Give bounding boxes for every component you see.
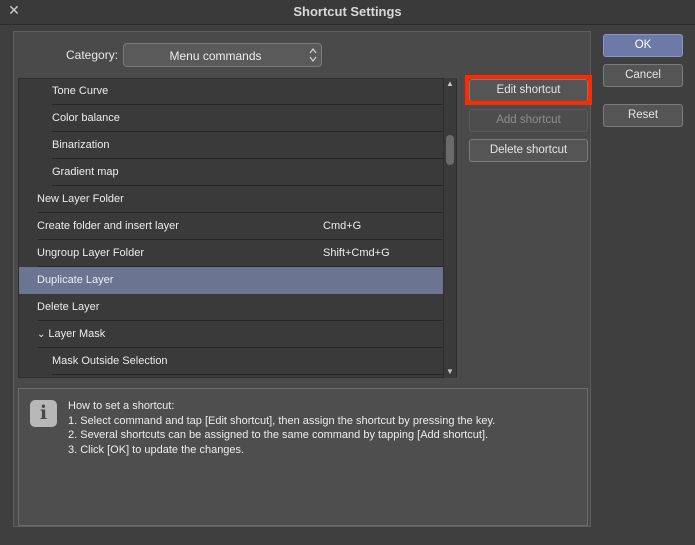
list-item-name: Create folder and insert layer [37,220,179,232]
list-item-label: Create folder and insert layer [37,220,179,232]
list-item-name: Gradient map [52,166,119,178]
list-item-name: Tone Curve [52,85,108,97]
list-item-name: ⌄ Layer Mask [37,328,105,340]
list-item[interactable]: Binarization [19,132,446,159]
list-item[interactable]: ⌄ Layer Mask [19,321,446,348]
scroll-thumb[interactable] [446,135,454,165]
list-item[interactable]: Duplicate Layer [19,267,446,294]
help-text: How to set a shortcut: 1. Select command… [68,399,495,457]
list-item-name: Color balance [52,112,120,124]
list-item[interactable]: Color balance [19,105,446,132]
list-scrollbar[interactable]: ▲ ▼ [443,78,456,378]
list-item-shortcut: Shift+Cmd+G [323,247,390,259]
list-item-name: Mask Outside Selection [52,355,168,367]
row-divider [52,374,446,375]
list-item-name: Delete Layer [37,301,99,313]
list-item-label: Layer Mask [48,328,106,340]
list-item-name: Ungroup Layer Folder [37,247,144,259]
category-select[interactable]: Menu commands [123,43,322,67]
list-item-label: Gradient map [52,166,119,178]
command-list[interactable]: Tone Curve Color balance Binarization Gradi… [18,78,457,378]
list-item-label: Binarization [52,139,110,151]
help-line-2: 2. Several shortcuts can be assigned to … [68,429,489,441]
list-item[interactable]: Gradient map [19,159,446,186]
category-value: Menu commands [169,49,262,63]
list-item-label: Duplicate Layer [37,274,114,286]
list-item-shortcut: Cmd+G [323,220,362,232]
info-icon: i [30,400,57,427]
scroll-down-icon[interactable]: ▼ [444,366,456,378]
help-heading: How to set a shortcut: [68,400,175,412]
category-label: Category: [66,48,119,62]
list-item[interactable]: New Layer Folder [19,186,446,213]
cancel-button[interactable]: Cancel [603,64,683,87]
list-item-label: Color balance [52,112,120,124]
edit-shortcut-highlight [465,75,592,105]
ok-button[interactable]: OK [603,34,683,57]
scroll-up-icon[interactable]: ▲ [444,78,456,90]
list-item-label: Mask Outside Selection [52,355,168,367]
list-item-label: New Layer Folder [37,193,124,205]
list-item-label: Ungroup Layer Folder [37,247,145,259]
list-item[interactable]: Mask Outside Selection [19,348,446,375]
list-item-name: Binarization [52,139,109,151]
list-item-label: Delete Layer [37,301,100,313]
list-item-name: Duplicate Layer [37,274,113,286]
list-item[interactable]: Delete Layer [19,294,446,321]
chevron-down-icon[interactable]: ⌄ [37,329,45,340]
updown-chevron-icon [309,48,317,62]
help-line-3: 3. Click [OK] to update the changes. [68,443,245,456]
reset-button[interactable]: Reset [603,104,683,127]
list-item-name: New Layer Folder [37,193,124,205]
list-item[interactable]: Tone Curve [19,79,446,105]
list-item[interactable]: Create folder and insert layer Cmd+G [19,213,446,240]
title-bar: ✕ Shortcut Settings [0,0,695,25]
add-shortcut-button[interactable]: Add shortcut [469,109,588,132]
list-item-label: Tone Curve [52,85,109,97]
delete-shortcut-button[interactable]: Delete shortcut [469,139,588,162]
window-title: Shortcut Settings [293,4,402,19]
help-line-1: 1. Select command and tap [Edit shortcut… [68,414,496,427]
list-item[interactable]: Ungroup Layer Folder Shift+Cmd+G [19,240,446,267]
